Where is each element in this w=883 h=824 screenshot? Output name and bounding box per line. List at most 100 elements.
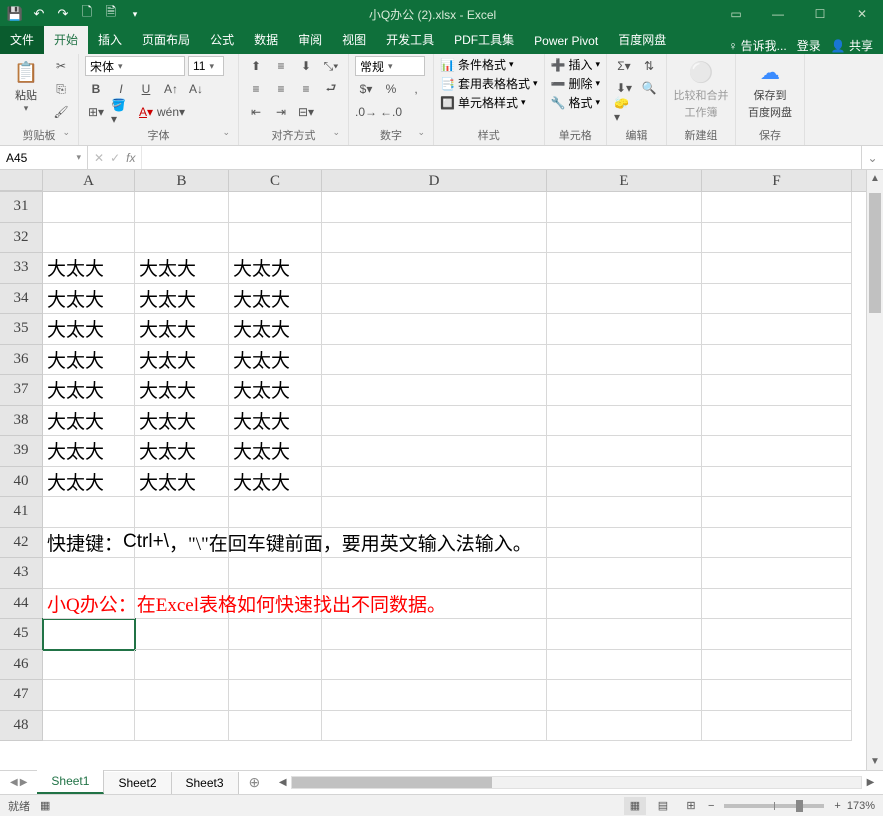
view-layout-icon[interactable]: ▤ [652,797,674,815]
table-format-button[interactable]: 📑套用表格格式▾ [440,75,538,92]
cell-D48[interactable] [322,711,547,742]
row-header-36[interactable]: 36 [0,345,43,376]
indent-inc-button[interactable]: ⇥ [270,102,292,122]
cell-D36[interactable] [322,345,547,376]
new-icon[interactable]: 🗋 [76,3,98,25]
insert-cells-button[interactable]: ➕插入▾ [551,56,601,73]
cell-A38[interactable]: 大太大 [43,406,135,437]
cell-E44[interactable] [547,589,702,620]
clear-button[interactable]: 🧽▾ [613,100,635,120]
font-size-combo[interactable]: 11▾ [188,56,224,76]
hscroll-thumb[interactable] [292,777,492,788]
cell-F40[interactable] [702,467,852,498]
select-all-corner[interactable] [0,170,43,191]
cell-C43[interactable] [229,558,322,589]
cell-E35[interactable] [547,314,702,345]
currency-button[interactable]: $▾ [355,79,377,99]
row-header-35[interactable]: 35 [0,314,43,345]
cell-E42[interactable] [547,528,702,559]
row-header-39[interactable]: 39 [0,436,43,467]
ribbon-options-icon[interactable]: ▭ [715,0,757,28]
orientation-button[interactable]: ⤡▾ [320,56,342,76]
cell-A33[interactable]: 大太大 [43,253,135,284]
zoom-slider[interactable] [724,804,824,808]
view-pagebreak-icon[interactable]: ⊞ [680,797,702,815]
cell-B38[interactable]: 大太大 [135,406,229,437]
share-button[interactable]: 👤 共享 [831,37,873,54]
cell-D37[interactable] [322,375,547,406]
cell-B43[interactable] [135,558,229,589]
cell-D33[interactable] [322,253,547,284]
scroll-thumb[interactable] [869,193,881,313]
tell-me[interactable]: ♀ 告诉我... [728,37,786,54]
formula-input[interactable] [142,146,861,169]
close-icon[interactable]: ✕ [841,0,883,28]
tab-formulas[interactable]: 公式 [200,26,244,54]
cell-A47[interactable] [43,680,135,711]
cell-B31[interactable] [135,192,229,223]
cell-D40[interactable] [322,467,547,498]
undo-icon[interactable]: ↶ [28,3,50,25]
preview-icon[interactable]: 🗎 [100,3,122,25]
tab-view[interactable]: 视图 [332,26,376,54]
cell-E40[interactable] [547,467,702,498]
cell-C37[interactable]: 大太大 [229,375,322,406]
cell-C31[interactable] [229,192,322,223]
cell-C35[interactable]: 大太大 [229,314,322,345]
cell-A32[interactable] [43,223,135,254]
cell-C47[interactable] [229,680,322,711]
sheet-tab-Sheet3[interactable]: Sheet3 [172,772,239,794]
cell-F47[interactable] [702,680,852,711]
vertical-scrollbar[interactable]: ▲ ▼ [866,170,883,770]
cell-D39[interactable] [322,436,547,467]
tab-pdf[interactable]: PDF工具集 [444,26,524,54]
tab-baidu[interactable]: 百度网盘 [608,26,676,54]
cell-B39[interactable]: 大太大 [135,436,229,467]
cell-B36[interactable]: 大太大 [135,345,229,376]
comma-button[interactable]: , [405,79,427,99]
cell-B45[interactable] [135,619,229,650]
row-header-37[interactable]: 37 [0,375,43,406]
number-format-combo[interactable]: 常规▾ [355,56,425,76]
format-cells-button[interactable]: 🔧格式▾ [551,94,601,111]
cell-E47[interactable] [547,680,702,711]
col-header-E[interactable]: E [547,170,702,191]
tab-dev[interactable]: 开发工具 [376,26,444,54]
cell-B48[interactable] [135,711,229,742]
scroll-right-icon[interactable]: ▶ [862,777,879,788]
align-bottom-button[interactable]: ⬇ [295,56,317,76]
cell-A43[interactable] [43,558,135,589]
row-header-40[interactable]: 40 [0,467,43,498]
align-top-button[interactable]: ⬆ [245,56,267,76]
tab-data[interactable]: 数据 [244,26,288,54]
format-painter-icon[interactable]: 🖌 [50,102,72,122]
row-header-43[interactable]: 43 [0,558,43,589]
tab-home[interactable]: 开始 [44,26,88,54]
scroll-up-icon[interactable]: ▲ [867,170,883,187]
tab-review[interactable]: 审阅 [288,26,332,54]
percent-button[interactable]: % [380,79,402,99]
align-middle-button[interactable]: ≡ [270,56,292,76]
cell-E38[interactable] [547,406,702,437]
cell-C48[interactable] [229,711,322,742]
tab-insert[interactable]: 插入 [88,26,132,54]
maximize-icon[interactable]: ☐ [799,0,841,28]
cell-E39[interactable] [547,436,702,467]
row-header-38[interactable]: 38 [0,406,43,437]
cell-B34[interactable]: 大太大 [135,284,229,315]
inc-decimal-button[interactable]: .0→ [355,102,377,122]
name-box[interactable]: A45▾ [0,146,88,169]
add-sheet-button[interactable]: ⊕ [239,774,271,791]
cell-A39[interactable]: 大太大 [43,436,135,467]
cond-format-button[interactable]: 📊条件格式▾ [440,56,514,73]
qat-dropdown-icon[interactable]: ▾ [124,3,146,25]
cell-F39[interactable] [702,436,852,467]
sort-button[interactable]: ⇅ [638,56,660,76]
align-left-button[interactable]: ≡ [245,79,267,99]
cell-F38[interactable] [702,406,852,437]
cell-B40[interactable]: 大太大 [135,467,229,498]
cell-F32[interactable] [702,223,852,254]
cell-E32[interactable] [547,223,702,254]
zoom-in-button[interactable]: + [834,800,840,812]
cell-B46[interactable] [135,650,229,681]
